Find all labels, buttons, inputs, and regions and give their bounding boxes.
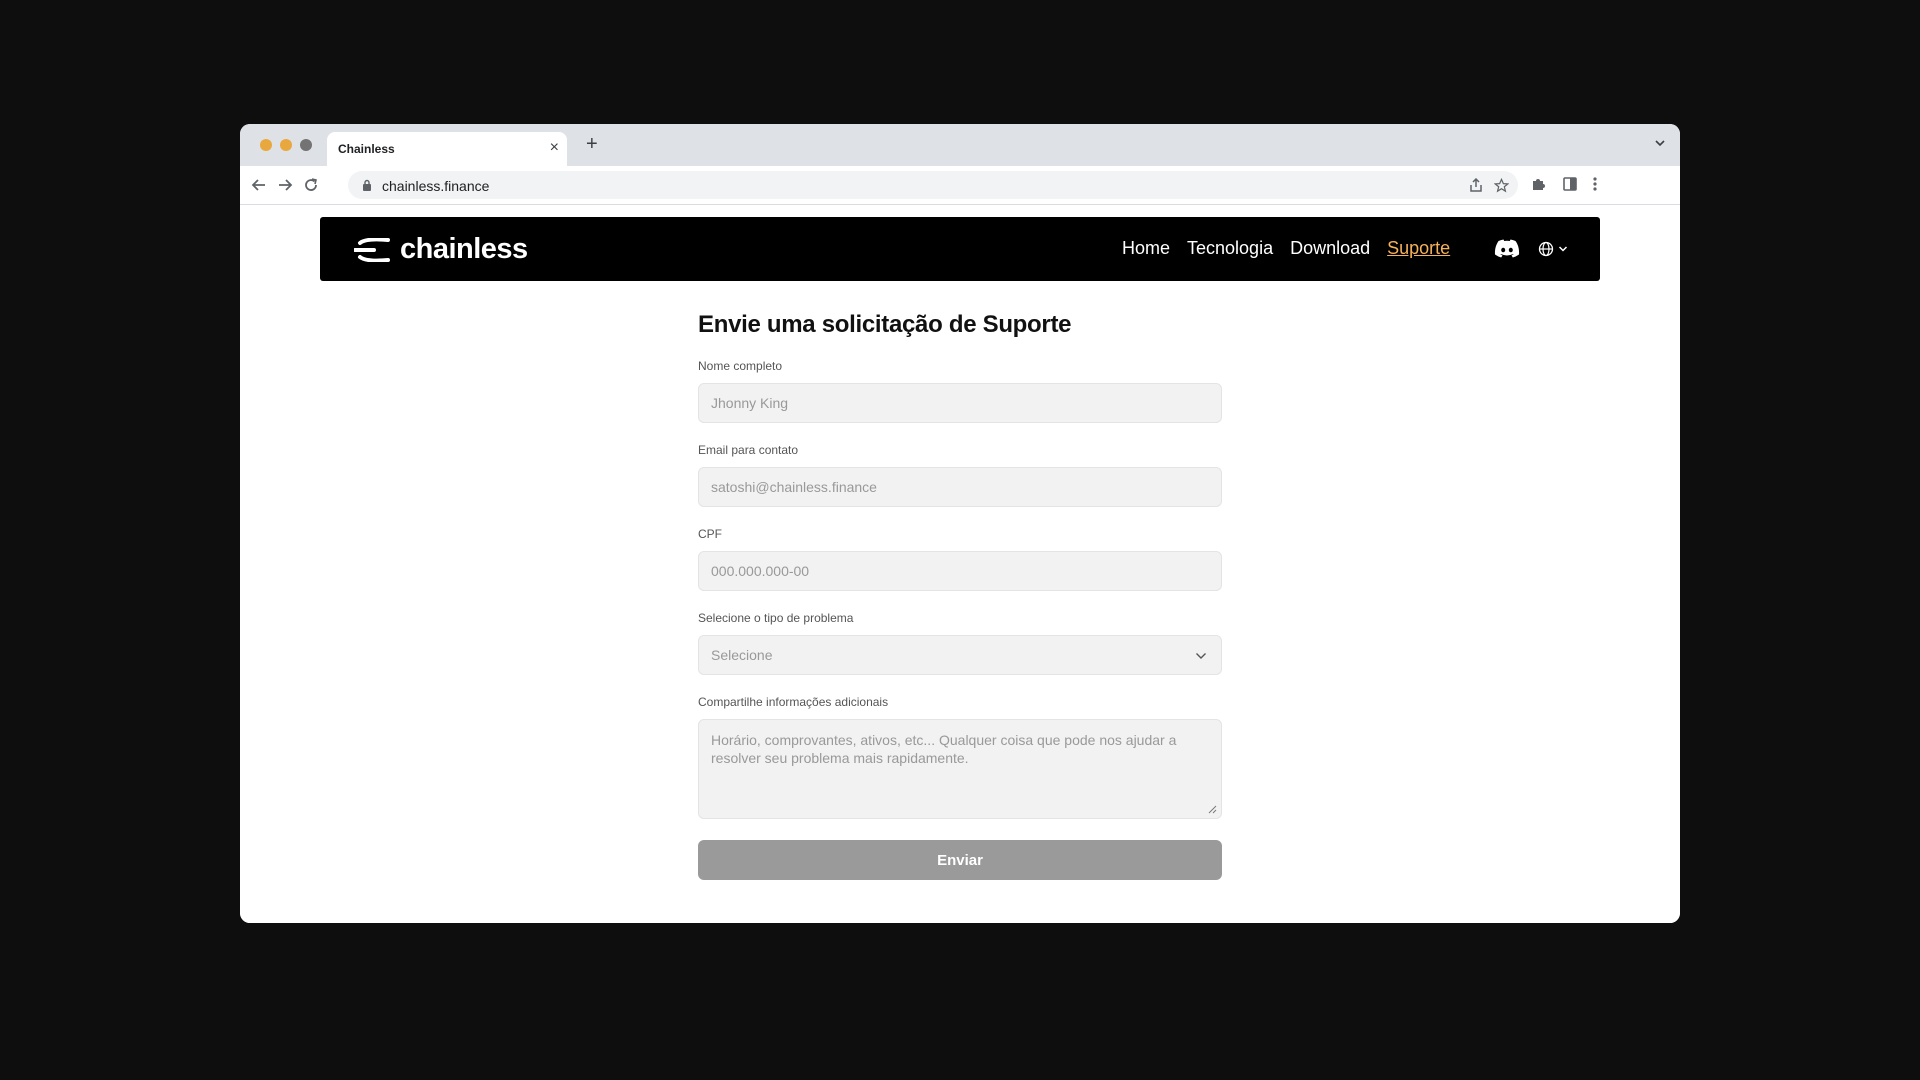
cpf-label: CPF (698, 527, 722, 541)
chevron-down-icon (1196, 653, 1206, 659)
email-field[interactable]: satoshi@chainless.finance (698, 467, 1222, 507)
tab-bar: Chainless × + (240, 124, 1680, 166)
side-panel-icon[interactable] (1562, 176, 1578, 192)
submit-button[interactable]: Enviar (698, 840, 1222, 880)
back-arrow-icon[interactable] (250, 176, 268, 194)
reload-icon[interactable] (302, 176, 320, 194)
browser-tab[interactable]: Chainless × (327, 132, 567, 166)
window-controls (260, 139, 312, 151)
tab-list-chevron-icon[interactable] (1654, 137, 1666, 149)
new-tab-button[interactable]: + (586, 134, 598, 154)
logo-text: chainless (400, 233, 528, 265)
name-placeholder: Jhonny King (711, 395, 789, 411)
nav-tecnologia[interactable]: Tecnologia (1187, 238, 1273, 259)
name-field[interactable]: Jhonny King (698, 383, 1222, 423)
logo[interactable]: chainless (354, 233, 528, 266)
resize-grip-icon[interactable] (1208, 805, 1217, 814)
extensions-puzzle-icon[interactable] (1530, 176, 1546, 192)
main-nav: Home Tecnologia Download Suporte (1122, 238, 1450, 259)
discord-icon[interactable] (1494, 239, 1520, 259)
language-selector[interactable] (1538, 241, 1568, 257)
tab-close-icon[interactable]: × (550, 139, 559, 157)
bookmark-star-icon[interactable] (1494, 178, 1509, 193)
lock-icon (363, 179, 371, 191)
cpf-field[interactable]: 000.000.000-00 (698, 551, 1222, 591)
cpf-placeholder: 000.000.000-00 (711, 563, 810, 579)
problem-type-label: Selecione o tipo de problema (698, 611, 854, 625)
nav-suporte[interactable]: Suporte (1387, 238, 1450, 259)
chainless-logo-icon (354, 237, 390, 262)
email-label: Email para contato (698, 443, 799, 457)
email-placeholder: satoshi@chainless.finance (711, 479, 877, 495)
nav-home[interactable]: Home (1122, 238, 1170, 259)
zoom-window-button[interactable] (300, 139, 312, 151)
forward-arrow-icon[interactable] (276, 176, 294, 194)
additional-info-textarea[interactable]: Horário, comprovantes, ativos, etc... Qu… (698, 719, 1222, 819)
globe-icon (1538, 241, 1554, 257)
problem-type-select[interactable]: Selecione (698, 635, 1222, 675)
page-title: Envie uma solicitação de Suporte (698, 311, 1072, 338)
page-viewport: chainless Home Tecnologia Download Supor… (240, 205, 1680, 923)
browser-window: Chainless × + chainless.finance chainles… (240, 124, 1680, 923)
chevron-down-icon (1558, 246, 1568, 252)
address-bar[interactable]: chainless.finance (348, 171, 1518, 199)
close-window-button[interactable] (260, 139, 272, 151)
additional-info-label: Compartilhe informações adicionais (698, 695, 889, 709)
browser-toolbar: chainless.finance (240, 166, 1680, 205)
more-menu-icon[interactable] (1592, 176, 1598, 192)
share-icon[interactable] (1469, 178, 1483, 193)
nav-download[interactable]: Download (1290, 238, 1370, 259)
tab-title: Chainless (338, 142, 395, 156)
url-text: chainless.finance (382, 178, 490, 194)
site-header: chainless Home Tecnologia Download Supor… (320, 217, 1600, 281)
name-label: Nome completo (698, 359, 783, 373)
additional-info-placeholder: Horário, comprovantes, ativos, etc... Qu… (711, 732, 1177, 766)
minimize-window-button[interactable] (280, 139, 292, 151)
problem-type-value: Selecione (711, 647, 773, 663)
